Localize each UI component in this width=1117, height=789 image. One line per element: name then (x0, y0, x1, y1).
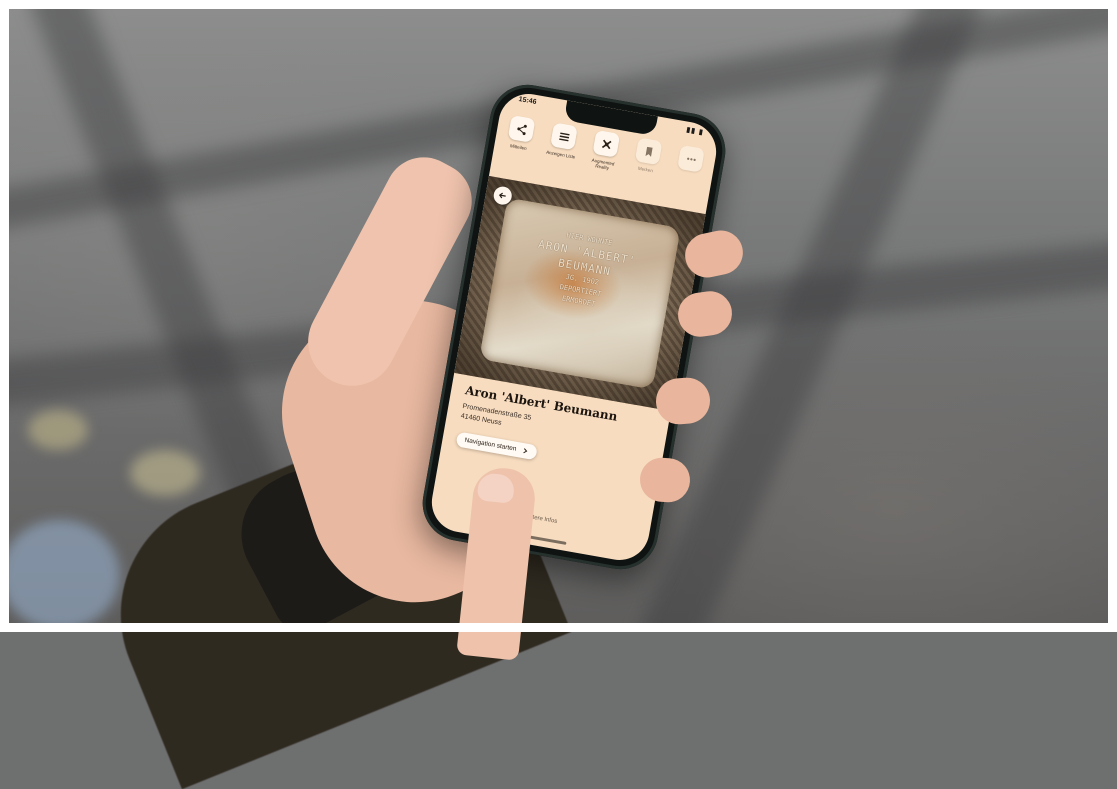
plaque-engraving: HIER WOHNTE ARON 'ALBERT' BEUMANN JG. 19… (491, 219, 677, 322)
start-navigation-button[interactable]: Navigation starten (455, 431, 539, 461)
brass-plaque: HIER WOHNTE ARON 'ALBERT' BEUMANN JG. 19… (479, 197, 681, 390)
bookmark-icon (645, 146, 653, 157)
bookmark-button[interactable]: Merken (623, 136, 669, 201)
blurred-stumbling-stone (130, 450, 200, 496)
share-icon (516, 124, 527, 135)
list-icon (558, 131, 570, 141)
ar-icon (601, 139, 612, 149)
stumbling-stone-photo: HIER WOHNTE ARON 'ALBERT' BEUMANN JG. 19… (454, 175, 706, 412)
ar-button[interactable]: Augmented Reality (580, 129, 626, 194)
list-label: Anzeigen Liste (545, 149, 576, 160)
blurred-stumbling-stone (28, 410, 88, 450)
status-time: 15:46 (518, 95, 537, 106)
blurred-blue-object (0, 520, 120, 630)
bookmark-label: Merken (637, 165, 654, 174)
navigation-label: Navigation starten (464, 436, 517, 453)
more-button[interactable] (665, 144, 711, 209)
share-button[interactable]: Mitteilen (496, 114, 542, 179)
status-icons: ▮▮ ▮ (685, 126, 705, 137)
ar-label: Augmented Reality (591, 157, 615, 171)
list-button[interactable]: Anzeigen Liste (538, 121, 584, 186)
chevron-right-icon (523, 448, 528, 454)
arrow-left-icon (498, 192, 506, 199)
share-label: Mitteilen (509, 143, 528, 152)
more-icon (686, 157, 696, 161)
